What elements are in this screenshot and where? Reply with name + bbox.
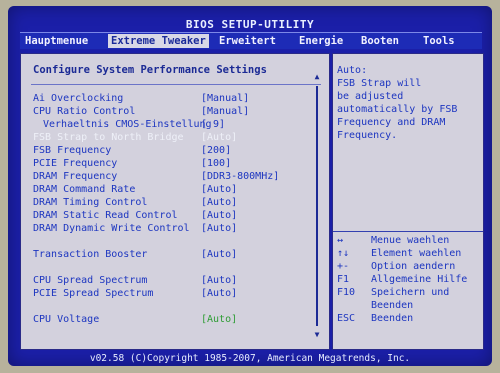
setting-row-pcie-frequency[interactable]: PCIE Frequency [100] xyxy=(21,157,326,170)
setting-value[interactable]: [200] xyxy=(201,144,231,157)
key-label: ESC xyxy=(337,313,356,324)
bios-title: BIOS SETUP-UTILITY xyxy=(185,18,315,31)
help-panel: Auto: FSB Strap will be adjusted automat… xyxy=(332,53,484,350)
arrows-lr-icon: ↔ xyxy=(337,235,344,246)
setting-label: CPU Spread Spectrum xyxy=(33,275,148,286)
tab-tools[interactable]: Tools xyxy=(420,34,458,48)
setting-value[interactable]: [Auto] xyxy=(201,313,237,326)
key-row: F1 Allgemeine Hilfe xyxy=(337,273,481,286)
setting-label: CPU Ratio Control xyxy=(33,106,136,117)
key-desc: Option aendern xyxy=(371,261,456,272)
setting-row-cpu-spread-spectrum[interactable]: CPU Spread Spectrum [Auto] xyxy=(21,274,326,287)
help-line: FSB Strap will xyxy=(337,78,422,89)
setting-value[interactable]: [DDR3-800MHz] xyxy=(201,170,279,183)
setting-label: Verhaeltnis CMOS-Einstellung xyxy=(43,119,212,130)
key-desc: Beenden xyxy=(371,300,414,311)
help-text: Auto: FSB Strap will be adjusted automat… xyxy=(337,64,477,142)
divider xyxy=(31,84,321,85)
setting-label: DRAM Frequency xyxy=(33,171,118,182)
copyright-footer: v02.58 (C)Copyright 1985-2007, American … xyxy=(89,353,411,364)
arrows-ud-icon: ↑↓ xyxy=(337,248,350,259)
setting-row-pcie-spread-spectrum[interactable]: PCIE Spread Spectrum [Auto] xyxy=(21,287,326,300)
menu-bar: Hauptmenue Extreme Tweaker Erweitert Ene… xyxy=(20,32,482,49)
setting-row-dram-static-read[interactable]: DRAM Static Read Control [Auto] xyxy=(21,209,326,222)
setting-value[interactable]: [Auto] xyxy=(201,248,237,261)
settings-panel: Configure System Performance Settings Ai… xyxy=(20,53,330,350)
tab-hauptmenue[interactable]: Hauptmenue xyxy=(22,34,91,48)
key-row: ↔ Menue waehlen xyxy=(337,234,481,247)
setting-label: PCIE Spread Spectrum xyxy=(33,288,154,299)
key-desc: Speichern und xyxy=(371,287,450,298)
key-desc: Menue waehlen xyxy=(371,235,450,246)
setting-row-transaction-booster[interactable]: Transaction Booster [Auto] xyxy=(21,248,326,261)
key-label: F1 xyxy=(337,274,350,285)
key-row: Beenden xyxy=(337,299,481,312)
setting-row-dram-frequency[interactable]: DRAM Frequency [DDR3-800MHz] xyxy=(21,170,326,183)
setting-label: Ai Overclocking xyxy=(33,93,124,104)
help-line: Frequency and DRAM xyxy=(337,117,446,128)
setting-label: FSB Frequency xyxy=(33,145,112,156)
tab-booten[interactable]: Booten xyxy=(358,34,402,48)
setting-row-cpu-voltage[interactable]: CPU Voltage [Auto] xyxy=(21,313,326,326)
tab-erweitert[interactable]: Erweitert xyxy=(216,34,279,48)
help-line: Auto: xyxy=(337,65,368,76)
setting-value[interactable]: [Manual] xyxy=(201,105,249,118)
setting-value[interactable]: [Auto] xyxy=(201,222,237,235)
help-line: automatically by FSB xyxy=(337,104,458,115)
scroll-down-icon[interactable]: ▼ xyxy=(313,330,321,339)
key-row: ESC Beenden xyxy=(337,312,481,325)
setting-label: CPU Voltage xyxy=(33,314,100,325)
key-desc: Beenden xyxy=(371,313,414,324)
setting-row-ai-overclocking[interactable]: Ai Overclocking [Manual] xyxy=(21,92,326,105)
setting-value[interactable]: [Auto] xyxy=(201,196,237,209)
setting-row-fsb-frequency[interactable]: FSB Frequency [200] xyxy=(21,144,326,157)
setting-label: PCIE Frequency xyxy=(33,158,118,169)
key-label: +- xyxy=(337,261,350,272)
scrollbar[interactable]: ▲ ▼ xyxy=(313,72,321,342)
tab-energie[interactable]: Energie xyxy=(296,34,346,48)
key-desc: Allgemeine Hilfe xyxy=(371,274,468,285)
key-legend: ↔ Menue waehlen ↑↓ Element waehlen +- Optio… xyxy=(337,234,481,325)
setting-value[interactable]: [Auto] xyxy=(201,183,237,196)
scroll-track[interactable] xyxy=(316,86,318,326)
setting-label: DRAM Static Read Control xyxy=(33,210,178,221)
setting-label: FSB Strap to North Bridge xyxy=(33,132,184,143)
setting-value[interactable]: [100] xyxy=(201,157,231,170)
help-line: Frequency. xyxy=(337,130,398,141)
bios-screen: BIOS SETUP-UTILITY Hauptmenue Extreme Tw… xyxy=(8,6,492,366)
setting-value[interactable]: [Auto] xyxy=(201,209,237,222)
setting-value[interactable]: [Auto] xyxy=(201,287,237,300)
setting-row-dram-timing-control[interactable]: DRAM Timing Control [Auto] xyxy=(21,196,326,209)
help-line: be adjusted xyxy=(337,91,404,102)
setting-value[interactable]: [ 9] xyxy=(201,118,225,131)
tab-extreme-tweaker[interactable]: Extreme Tweaker xyxy=(108,34,209,48)
setting-row-fsb-strap: FSB Strap to North Bridge [Auto] xyxy=(21,131,326,144)
setting-label: DRAM Dynamic Write Control xyxy=(33,223,190,234)
setting-row-cpu-ratio-control[interactable]: CPU Ratio Control [Manual] xyxy=(21,105,326,118)
key-row: ↑↓ Element waehlen xyxy=(337,247,481,260)
key-label: F10 xyxy=(337,287,356,298)
setting-value: [Auto] xyxy=(201,132,238,143)
setting-label: DRAM Timing Control xyxy=(33,197,148,208)
key-desc: Element waehlen xyxy=(371,248,462,259)
panel-heading: Configure System Performance Settings xyxy=(33,64,267,76)
setting-row-dram-command-rate[interactable]: DRAM Command Rate [Auto] xyxy=(21,183,326,196)
setting-value[interactable]: [Auto] xyxy=(201,274,237,287)
key-row: F10 Speichern und xyxy=(337,286,481,299)
setting-row-cmos-ratio[interactable]: Verhaeltnis CMOS-Einstellung [ 9] xyxy=(21,118,326,131)
key-row: +- Option aendern xyxy=(337,260,481,273)
setting-row-dram-dynamic-write[interactable]: DRAM Dynamic Write Control [Auto] xyxy=(21,222,326,235)
setting-value[interactable]: [Manual] xyxy=(201,92,249,105)
scroll-up-icon[interactable]: ▲ xyxy=(313,72,321,81)
help-divider xyxy=(333,231,483,232)
setting-label: Transaction Booster xyxy=(33,249,148,260)
setting-label: DRAM Command Rate xyxy=(33,184,136,195)
